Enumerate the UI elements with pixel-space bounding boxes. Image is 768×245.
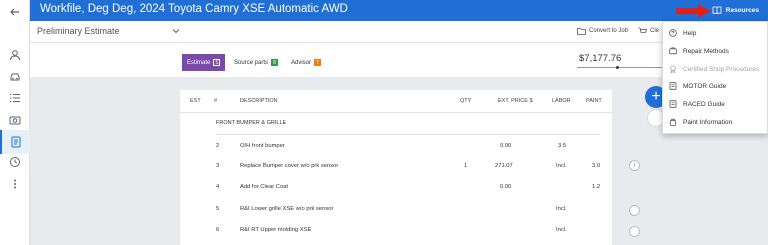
col-description: DESCRIPTION xyxy=(240,98,278,104)
tab-source-parts[interactable]: Source parts 8 xyxy=(229,54,283,71)
table-row[interactable]: 3 Replace Bumper cover w/o prk sensor 1 … xyxy=(180,157,612,177)
total-underline xyxy=(577,67,669,68)
estimate-select-value: Preliminary Estimate xyxy=(37,26,120,36)
car-icon[interactable] xyxy=(7,68,23,84)
person-icon[interactable] xyxy=(7,47,23,63)
row-action-circle[interactable] xyxy=(629,205,640,216)
tab-source-parts-label: Source parts xyxy=(234,59,269,66)
line-labor: Incl. xyxy=(556,163,567,169)
line-description: Add for Clear Coat xyxy=(240,184,289,190)
top-bar: Workfile, Deg Deg, 2024 Toyota Camry XSE… xyxy=(30,0,768,21)
section-divider xyxy=(216,134,600,135)
col-labor: LABOR xyxy=(552,98,571,104)
menu-item-raced-guide[interactable]: RACED Guide xyxy=(669,98,725,110)
menu-item-certified-shop-procedures[interactable]: Certified Shop Procedures xyxy=(669,63,759,75)
col-qty: QTY xyxy=(460,98,472,104)
line-description: Replace Bumper cover w/o prk sensor xyxy=(240,163,339,169)
line-labor: Incl. xyxy=(556,227,567,233)
line-description: O/H front bumper xyxy=(240,143,285,149)
tab-estimate-label: Estimate xyxy=(187,59,211,66)
table-row[interactable]: 4 Add for Clear Coat 0.00 1.2 xyxy=(180,178,612,198)
plus-icon: + xyxy=(651,88,661,105)
cart-button[interactable]: Cle xyxy=(638,27,659,35)
back-arrow-icon[interactable] xyxy=(7,4,23,20)
col-ext-price: EXT. PRICE $ xyxy=(498,98,533,104)
col-est: EST xyxy=(190,98,201,104)
table-row[interactable]: 6 R&I RT Upper molding XSE Incl. xyxy=(180,221,612,241)
folder-icon xyxy=(577,28,586,35)
line-qty: 1 xyxy=(464,163,468,169)
tab-estimate[interactable]: Estimate 5 xyxy=(182,54,226,71)
resources-dropdown: Help Repair Methods Certified Shop Proce… xyxy=(662,21,768,134)
col-number: # xyxy=(214,98,218,104)
table-header: EST # DESCRIPTION QTY EXT. PRICE $ LABOR… xyxy=(180,90,612,113)
line-description: R&I RT Upper molding XSE xyxy=(240,227,312,233)
line-paint: 3.0 xyxy=(592,163,601,169)
line-labor: 3.5 xyxy=(558,143,567,149)
total-indicator-dot xyxy=(616,66,619,69)
tab-advisor-label: Advisor xyxy=(291,59,312,66)
line-price: 0.00 xyxy=(500,143,512,149)
estimate-header: Preliminary Estimate Convert to Job Cle xyxy=(30,21,768,43)
section-title: FRONT BUMPER & GRILLE xyxy=(216,120,287,126)
history-icon[interactable] xyxy=(7,154,23,170)
tabs-row: Estimate 5 Source parts 8 Advisor 7 $7,1… xyxy=(30,43,768,77)
menu-item-raced-guide-label: RACED Guide xyxy=(683,100,725,108)
col-paint: PAINT xyxy=(586,98,602,104)
menu-item-motor-guide-label: MOTOR Guide xyxy=(683,82,727,90)
estimate-select[interactable]: Preliminary Estimate xyxy=(37,26,180,36)
repair-icon xyxy=(669,47,677,55)
estimate-table: EST # DESCRIPTION QTY EXT. PRICE $ LABOR… xyxy=(180,90,612,245)
workfile-title: Workfile, Deg Deg, 2024 Toyota Camry XSE… xyxy=(40,3,348,15)
table-row[interactable]: 5 R&I Lower grille XSE w/o prk sensor In… xyxy=(180,200,612,220)
estimate-document-icon[interactable] xyxy=(0,130,30,154)
left-nav-rail xyxy=(0,0,30,245)
line-price: 0.00 xyxy=(500,184,512,190)
tab-advisor[interactable]: Advisor 7 xyxy=(286,54,326,71)
menu-item-help[interactable]: Help xyxy=(669,27,696,39)
menu-item-help-label: Help xyxy=(683,29,697,37)
line-description: R&I Lower grille XSE w/o prk sensor xyxy=(240,206,334,212)
cart-icon xyxy=(638,27,647,33)
cart-label: Cle xyxy=(650,28,660,34)
line-number: 4 xyxy=(216,184,220,190)
menu-item-repair-methods-label: Repair Methods xyxy=(683,47,729,55)
row-info-icon[interactable]: i xyxy=(629,160,640,171)
menu-item-repair-methods[interactable]: Repair Methods xyxy=(669,45,729,57)
tab-estimate-badge: 5 xyxy=(213,59,221,66)
tab-source-parts-badge: 8 xyxy=(271,59,279,66)
camera-icon[interactable] xyxy=(7,112,23,128)
table-row[interactable]: 2 O/H front bumper 0.00 3.5 xyxy=(180,137,612,157)
line-paint: 1.2 xyxy=(592,184,601,190)
menu-item-paint-information[interactable]: Paint Information xyxy=(669,116,732,128)
motor-guide-icon xyxy=(669,82,677,90)
convert-to-job-button[interactable]: Convert to Job xyxy=(577,27,628,35)
tab-advisor-badge: 7 xyxy=(314,59,322,66)
raced-guide-icon xyxy=(669,100,677,108)
line-labor: Incl. xyxy=(556,206,567,212)
red-arrow-icon xyxy=(676,4,711,18)
more-vertical-icon[interactable] xyxy=(7,176,23,192)
paint-icon xyxy=(669,118,677,126)
certified-icon xyxy=(670,65,676,73)
menu-item-paint-information-label: Paint Information xyxy=(683,118,733,126)
row-action-circle[interactable] xyxy=(629,226,640,237)
resources-label: Resources xyxy=(725,7,759,14)
list-icon[interactable] xyxy=(7,90,23,106)
line-number: 6 xyxy=(216,227,220,233)
line-number: 2 xyxy=(216,143,220,149)
estimate-total: $7,177.76 xyxy=(579,53,622,64)
line-number: 5 xyxy=(216,206,220,212)
help-circle-icon xyxy=(669,29,677,37)
menu-item-motor-guide[interactable]: MOTOR Guide xyxy=(669,80,726,92)
chevron-down-icon xyxy=(172,29,179,34)
line-number: 3 xyxy=(216,163,220,169)
convert-to-job-label: Convert to Job xyxy=(589,28,629,34)
line-price: 271.07 xyxy=(495,163,513,169)
resources-button[interactable]: Resources xyxy=(712,4,759,17)
menu-item-certified-label: Certified Shop Procedures xyxy=(683,65,760,73)
